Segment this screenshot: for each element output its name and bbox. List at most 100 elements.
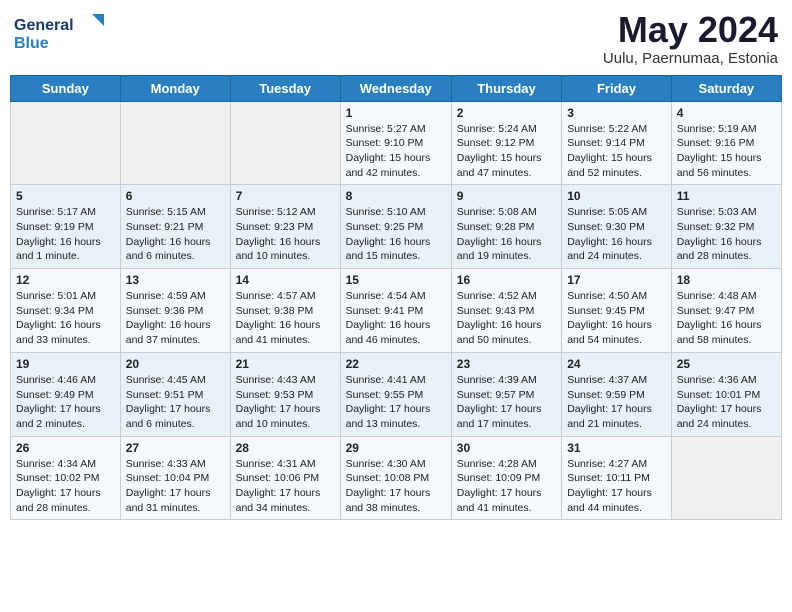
header-day-monday: Monday xyxy=(120,75,230,101)
day-cell: 20 Sunrise: 4:45 AM Sunset: 9:51 PM Dayli… xyxy=(120,352,230,436)
day-number: 21 xyxy=(236,357,335,371)
day-cell: 1 Sunrise: 5:27 AM Sunset: 9:10 PM Daylig… xyxy=(340,101,451,185)
day-info: Sunrise: 4:43 AM Sunset: 9:53 PM Dayligh… xyxy=(236,373,335,432)
day-info: Sunrise: 5:27 AM Sunset: 9:10 PM Dayligh… xyxy=(346,122,446,181)
week-row-2: 5 Sunrise: 5:17 AM Sunset: 9:19 PM Daylig… xyxy=(11,185,782,269)
day-number: 28 xyxy=(236,441,335,455)
day-cell: 14Sunrise: 4:57 AM Sunset: 9:38 PM Dayli… xyxy=(230,269,340,353)
day-cell: 12 Sunrise: 5:01 AM Sunset: 9:34 PM Dayli… xyxy=(11,269,121,353)
day-number: 3 xyxy=(567,106,666,120)
day-info: Sunrise: 4:37 AM Sunset: 9:59 PM Dayligh… xyxy=(567,373,666,432)
day-info: Sunrise: 4:31 AM Sunset: 10:06 PM Daylig… xyxy=(236,457,335,516)
svg-text:Blue: Blue xyxy=(14,35,49,52)
day-number: 24 xyxy=(567,357,666,371)
week-row-3: 12 Sunrise: 5:01 AM Sunset: 9:34 PM Dayli… xyxy=(11,269,782,353)
day-number: 31 xyxy=(567,441,666,455)
day-info: Sunrise: 4:36 AM Sunset: 10:01 PM Daylig… xyxy=(677,373,776,432)
day-cell: 31 Sunrise: 4:27 AM Sunset: 10:11 PM Dayl… xyxy=(562,436,672,520)
day-info: Sunrise: 5:19 AM Sunset: 9:16 PM Dayligh… xyxy=(677,122,776,181)
day-cell: 19Sunrise: 4:46 AM Sunset: 9:49 PM Dayli… xyxy=(11,352,121,436)
day-info: Sunrise: 4:41 AM Sunset: 9:55 PM Dayligh… xyxy=(346,373,446,432)
day-number: 4 xyxy=(677,106,776,120)
day-number: 6 xyxy=(126,189,225,203)
day-info: Sunrise: 4:46 AM Sunset: 9:49 PM Dayligh… xyxy=(16,373,115,432)
day-cell: 15 Sunrise: 4:54 AM Sunset: 9:41 PM Dayli… xyxy=(340,269,451,353)
header-day-thursday: Thursday xyxy=(451,75,561,101)
day-number: 13 xyxy=(126,273,225,287)
day-info: Sunrise: 4:45 AM Sunset: 9:51 PM Dayligh… xyxy=(126,373,225,432)
page-header: General Blue May 2024 Uulu, Paernumaa, E… xyxy=(10,10,782,67)
day-cell xyxy=(671,436,781,520)
day-number: 20 xyxy=(126,357,225,371)
header-day-sunday: Sunday xyxy=(11,75,121,101)
day-number: 15 xyxy=(346,273,446,287)
day-info: Sunrise: 4:34 AM Sunset: 10:02 PM Daylig… xyxy=(16,457,115,516)
day-info: Sunrise: 5:05 AM Sunset: 9:30 PM Dayligh… xyxy=(567,205,666,264)
day-cell: 3Sunrise: 5:22 AM Sunset: 9:14 PM Daylig… xyxy=(562,101,672,185)
day-cell: 27Sunrise: 4:33 AM Sunset: 10:04 PM Dayl… xyxy=(120,436,230,520)
day-number: 10 xyxy=(567,189,666,203)
day-cell: 26 Sunrise: 4:34 AM Sunset: 10:02 PM Dayl… xyxy=(11,436,121,520)
day-number: 8 xyxy=(346,189,446,203)
day-number: 7 xyxy=(236,189,335,203)
day-number: 25 xyxy=(677,357,776,371)
day-info: Sunrise: 5:03 AM Sunset: 9:32 PM Dayligh… xyxy=(677,205,776,264)
day-info: Sunrise: 5:08 AM Sunset: 9:28 PM Dayligh… xyxy=(457,205,556,264)
day-number: 11 xyxy=(677,189,776,203)
day-cell: 4 Sunrise: 5:19 AM Sunset: 9:16 PM Daylig… xyxy=(671,101,781,185)
day-cell: 25 Sunrise: 4:36 AM Sunset: 10:01 PM Dayl… xyxy=(671,352,781,436)
day-cell: 17 Sunrise: 4:50 AM Sunset: 9:45 PM Dayli… xyxy=(562,269,672,353)
day-info: Sunrise: 5:17 AM Sunset: 9:19 PM Dayligh… xyxy=(16,205,115,264)
day-number: 5 xyxy=(16,189,115,203)
day-info: Sunrise: 5:24 AM Sunset: 9:12 PM Dayligh… xyxy=(457,122,556,181)
day-info: Sunrise: 4:52 AM Sunset: 9:43 PM Dayligh… xyxy=(457,289,556,348)
day-info: Sunrise: 4:28 AM Sunset: 10:09 PM Daylig… xyxy=(457,457,556,516)
day-info: Sunrise: 4:48 AM Sunset: 9:47 PM Dayligh… xyxy=(677,289,776,348)
day-cell: 5 Sunrise: 5:17 AM Sunset: 9:19 PM Daylig… xyxy=(11,185,121,269)
day-number: 26 xyxy=(16,441,115,455)
week-row-4: 19Sunrise: 4:46 AM Sunset: 9:49 PM Dayli… xyxy=(11,352,782,436)
title-block: May 2024 Uulu, Paernumaa, Estonia xyxy=(603,10,778,67)
day-info: Sunrise: 4:50 AM Sunset: 9:45 PM Dayligh… xyxy=(567,289,666,348)
day-cell xyxy=(230,101,340,185)
day-cell xyxy=(120,101,230,185)
day-number: 18 xyxy=(677,273,776,287)
day-cell: 29Sunrise: 4:30 AM Sunset: 10:08 PM Dayl… xyxy=(340,436,451,520)
day-info: Sunrise: 5:10 AM Sunset: 9:25 PM Dayligh… xyxy=(346,205,446,264)
day-cell: 24 Sunrise: 4:37 AM Sunset: 9:59 PM Dayli… xyxy=(562,352,672,436)
location: Uulu, Paernumaa, Estonia xyxy=(603,50,778,67)
calendar-table: SundayMondayTuesdayWednesdayThursdayFrid… xyxy=(10,75,782,521)
day-info: Sunrise: 4:59 AM Sunset: 9:36 PM Dayligh… xyxy=(126,289,225,348)
day-number: 30 xyxy=(457,441,556,455)
day-cell: 22 Sunrise: 4:41 AM Sunset: 9:55 PM Dayli… xyxy=(340,352,451,436)
day-number: 14 xyxy=(236,273,335,287)
day-cell: 28 Sunrise: 4:31 AM Sunset: 10:06 PM Dayl… xyxy=(230,436,340,520)
day-info: Sunrise: 5:15 AM Sunset: 9:21 PM Dayligh… xyxy=(126,205,225,264)
svg-text:General: General xyxy=(14,17,74,34)
header-row: SundayMondayTuesdayWednesdayThursdayFrid… xyxy=(11,75,782,101)
day-number: 17 xyxy=(567,273,666,287)
day-cell: 8 Sunrise: 5:10 AM Sunset: 9:25 PM Daylig… xyxy=(340,185,451,269)
day-cell: 16Sunrise: 4:52 AM Sunset: 9:43 PM Dayli… xyxy=(451,269,561,353)
week-row-1: 1 Sunrise: 5:27 AM Sunset: 9:10 PM Daylig… xyxy=(11,101,782,185)
day-info: Sunrise: 4:54 AM Sunset: 9:41 PM Dayligh… xyxy=(346,289,446,348)
day-info: Sunrise: 4:27 AM Sunset: 10:11 PM Daylig… xyxy=(567,457,666,516)
week-row-5: 26 Sunrise: 4:34 AM Sunset: 10:02 PM Dayl… xyxy=(11,436,782,520)
day-number: 1 xyxy=(346,106,446,120)
header-day-saturday: Saturday xyxy=(671,75,781,101)
day-cell: 13 Sunrise: 4:59 AM Sunset: 9:36 PM Dayli… xyxy=(120,269,230,353)
day-cell: 23Sunrise: 4:39 AM Sunset: 9:57 PM Dayli… xyxy=(451,352,561,436)
day-cell: 18 Sunrise: 4:48 AM Sunset: 9:47 PM Dayli… xyxy=(671,269,781,353)
day-cell: 2 Sunrise: 5:24 AM Sunset: 9:12 PM Daylig… xyxy=(451,101,561,185)
day-number: 12 xyxy=(16,273,115,287)
day-info: Sunrise: 5:01 AM Sunset: 9:34 PM Dayligh… xyxy=(16,289,115,348)
day-number: 2 xyxy=(457,106,556,120)
header-day-tuesday: Tuesday xyxy=(230,75,340,101)
day-number: 29 xyxy=(346,441,446,455)
header-day-friday: Friday xyxy=(562,75,672,101)
day-cell: 10 Sunrise: 5:05 AM Sunset: 9:30 PM Dayli… xyxy=(562,185,672,269)
day-number: 9 xyxy=(457,189,556,203)
day-info: Sunrise: 4:39 AM Sunset: 9:57 PM Dayligh… xyxy=(457,373,556,432)
day-number: 22 xyxy=(346,357,446,371)
day-info: Sunrise: 4:33 AM Sunset: 10:04 PM Daylig… xyxy=(126,457,225,516)
